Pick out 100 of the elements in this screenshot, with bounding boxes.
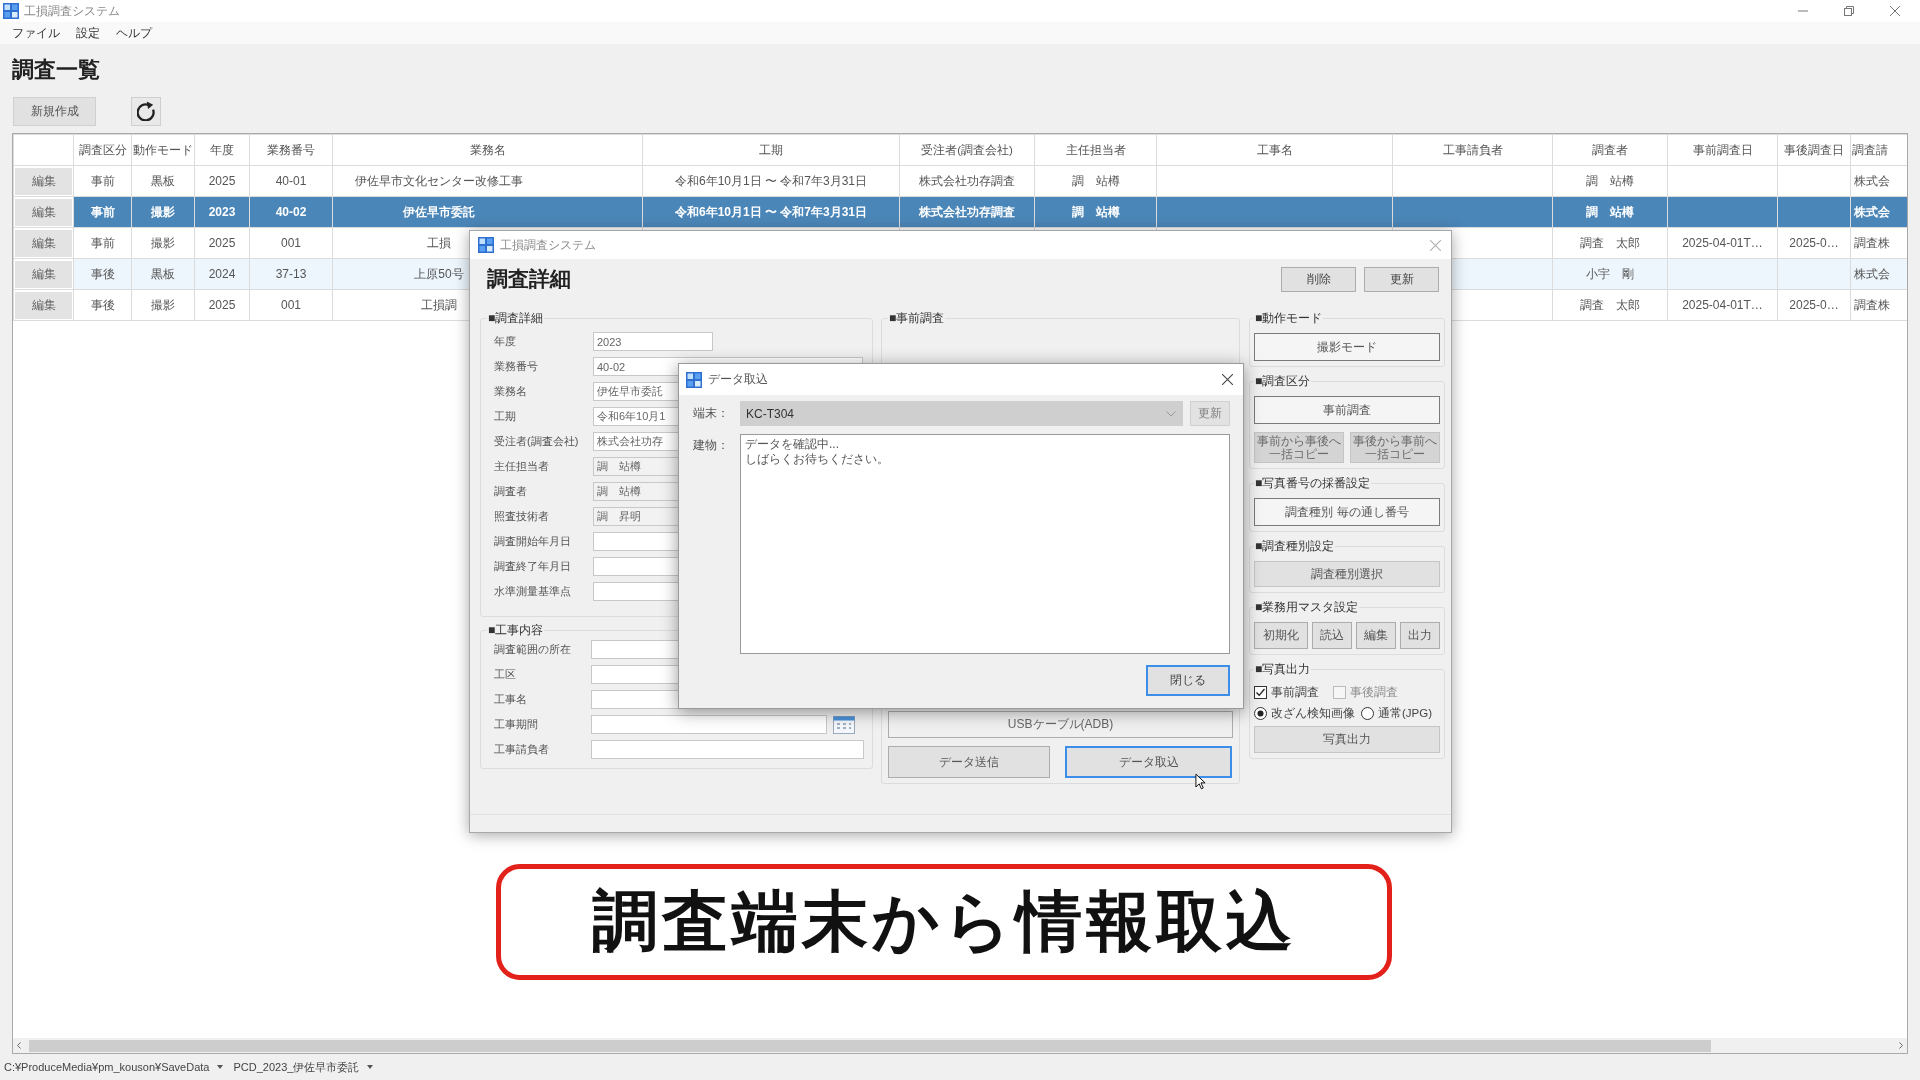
master-button[interactable]: 初期化 xyxy=(1254,622,1308,649)
restore-icon[interactable] xyxy=(1844,6,1854,16)
column-header: 業務番号 xyxy=(249,134,333,166)
scrollbar-thumb[interactable] xyxy=(29,1039,1711,1052)
close-icon[interactable] xyxy=(1890,6,1900,16)
table-cell: 伊佐早市文化センター改修工事 xyxy=(332,165,643,197)
table-row[interactable]: 編集 事前 黒板 2025 40-01 伊佐早市文化センター改修工事 令和6年10月1日 〜 令和7年3月31日 株式会社功存調査 調 站樽 調 站樽 株式会 xyxy=(13,165,1907,197)
field-label: 業務番号 xyxy=(494,359,539,374)
mouse-pointer-icon xyxy=(1195,773,1206,790)
column-header: 事後調査日 xyxy=(1777,134,1851,166)
table-row[interactable]: 編集 事前 撮影 2023 40-02 伊佐早市委託 令和6年10月1日 〜 令和7年3月31日 株式会社功存調査 調 站樽 調 站樽 株式会 xyxy=(13,196,1907,228)
field-label: 主任担当者 xyxy=(494,459,550,474)
dialog-title: データ取込 xyxy=(708,371,768,388)
scroll-right-icon[interactable] xyxy=(1899,1042,1903,1049)
numbering-button[interactable]: 調査種別 毎の通し番号 xyxy=(1254,498,1440,526)
caret-icon[interactable] xyxy=(367,1065,374,1069)
menu-item[interactable]: ファイル xyxy=(12,24,60,42)
table-cell: 調査 太郎 xyxy=(1552,227,1668,259)
table-cell: 事前 xyxy=(73,165,132,197)
column-header: 受注者(調査会社) xyxy=(899,134,1035,166)
table-cell: 40-01 xyxy=(249,165,333,197)
calendar-icon[interactable] xyxy=(833,715,855,734)
action-button[interactable]: 更新 xyxy=(1364,266,1439,292)
table-cell: 黒板 xyxy=(131,258,195,290)
field-label: 工事請負者 xyxy=(494,742,550,757)
action-button[interactable]: データ送信 xyxy=(888,746,1050,778)
table-cell: 37-13 xyxy=(249,258,333,290)
edit-button[interactable]: 編集 xyxy=(15,198,72,226)
group-title: ■調査区分 xyxy=(1254,374,1312,388)
log-textarea[interactable]: データを確認中... しばらくお待ちください。 xyxy=(740,434,1230,654)
app-icon xyxy=(686,371,702,388)
field-label: 調査開始年月日 xyxy=(494,534,572,549)
master-button[interactable]: 出力 xyxy=(1400,622,1440,649)
field-label: 調査範囲の所在 xyxy=(494,642,572,657)
table-cell: 2025 xyxy=(194,165,250,197)
input-field[interactable]: 2023 xyxy=(593,332,713,351)
table-cell: 撮影 xyxy=(131,196,195,228)
table-cell: 株式会社功存調査 xyxy=(899,196,1035,228)
column-header: 業務名 xyxy=(332,134,643,166)
column-header: 動作モード xyxy=(131,134,195,166)
checkbox[interactable] xyxy=(1254,685,1267,699)
column-header: 工事名 xyxy=(1156,134,1393,166)
dialog-heading: 調査詳細 xyxy=(487,266,571,292)
table-cell: 2025 xyxy=(194,227,250,259)
group-title: ■事前調査 xyxy=(888,311,946,325)
field-label: 調査終了年月日 xyxy=(494,559,572,574)
group-title: ■動作モード xyxy=(1254,311,1324,325)
connection-button[interactable]: USBケーブル(ADB) xyxy=(888,711,1233,738)
group-title: ■調査種別設定 xyxy=(1254,539,1336,553)
field-label: 照査技術者 xyxy=(494,509,550,524)
field-label: 工事名 xyxy=(494,692,528,707)
app-icon xyxy=(478,237,494,253)
mode-button[interactable]: 撮影モード xyxy=(1254,333,1440,361)
column-header: 事前調査日 xyxy=(1667,134,1778,166)
field-label: 建物： xyxy=(693,437,730,454)
caret-icon[interactable] xyxy=(217,1065,224,1069)
path-segment[interactable]: PCD_2023_伊佐早市委託 xyxy=(233,1059,360,1075)
close-button[interactable]: 閉じる xyxy=(1146,665,1230,696)
group-title: ■写真出力 xyxy=(1254,662,1312,676)
path-segment[interactable]: C:¥ProduceMedia¥pm_kouson¥SaveData xyxy=(4,1061,210,1073)
table-cell: 小宇 剛 xyxy=(1552,258,1668,290)
photo-output-button[interactable]: 写真出力 xyxy=(1254,726,1440,753)
new-button[interactable]: 新規作成 xyxy=(13,96,96,126)
radio-label: 通常(JPG) xyxy=(1378,705,1433,721)
edit-button[interactable]: 編集 xyxy=(15,229,72,257)
column-header: 工期 xyxy=(642,134,900,166)
input-field[interactable] xyxy=(591,740,864,759)
action-button[interactable]: 削除 xyxy=(1281,266,1356,292)
close-icon[interactable] xyxy=(1222,374,1233,385)
horizontal-scrollbar[interactable] xyxy=(13,1038,1907,1053)
table-cell: 001 xyxy=(249,289,333,321)
scroll-left-icon[interactable] xyxy=(17,1042,21,1049)
menu-item[interactable]: 設定 xyxy=(76,24,100,42)
menu-item[interactable]: ヘルプ xyxy=(116,24,152,42)
refresh-button[interactable] xyxy=(131,96,161,126)
master-button[interactable]: 読込 xyxy=(1312,622,1352,649)
radio-label: 改ざん検知画像 xyxy=(1271,705,1355,721)
radio-button[interactable] xyxy=(1361,706,1374,720)
table-cell: 調 站樽 xyxy=(1034,165,1157,197)
action-button[interactable]: データ取込 xyxy=(1065,746,1232,778)
master-button[interactable]: 編集 xyxy=(1356,622,1396,649)
table-cell: 001 xyxy=(249,227,333,259)
table-cell: 株式会社功存調査 xyxy=(899,165,1035,197)
table-cell: 2025 xyxy=(194,289,250,321)
group-title: ■写真番号の採番設定 xyxy=(1254,476,1372,490)
group-title: ■工事内容 xyxy=(487,623,545,637)
table-cell: 令和6年10月1日 〜 令和7年3月31日 xyxy=(642,196,900,228)
select-button[interactable]: 調査種別選択 xyxy=(1254,561,1440,587)
field-label: 業務名 xyxy=(494,384,528,399)
survey-type-button[interactable]: 事前調査 xyxy=(1254,396,1440,424)
edit-button[interactable]: 編集 xyxy=(15,167,72,195)
edit-button[interactable]: 編集 xyxy=(15,260,72,288)
table-cell: 調 站樽 xyxy=(1552,165,1668,197)
edit-button[interactable]: 編集 xyxy=(15,291,72,319)
table-cell: 事前 xyxy=(73,196,132,228)
radio-button[interactable] xyxy=(1254,706,1267,720)
window-title: 工損調査システム xyxy=(24,2,120,20)
table-cell: 2024 xyxy=(194,258,250,290)
date-field[interactable] xyxy=(591,715,827,734)
table-cell: 2025-0… xyxy=(1777,227,1851,259)
